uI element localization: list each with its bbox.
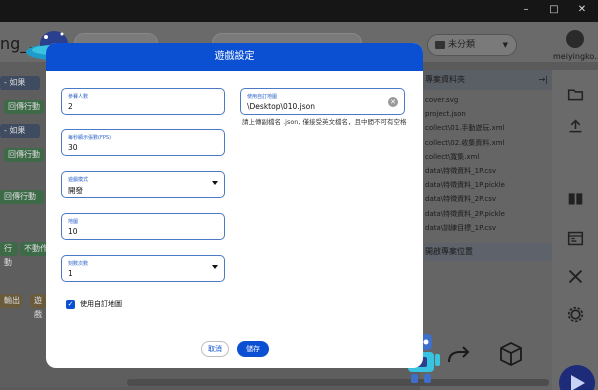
tools-icon[interactable] xyxy=(567,268,584,285)
export-box-icon[interactable] xyxy=(497,338,527,368)
fps-label: 每秒顯示張數(FPS) xyxy=(68,135,111,141)
file-item[interactable]: data\特徵資料_1P.pickle xyxy=(420,178,552,192)
code-block[interactable]: 行動 xyxy=(0,242,18,267)
user-name[interactable]: meiyingko... xyxy=(553,52,598,61)
gear-icon[interactable] xyxy=(567,306,584,323)
code-block[interactable]: 回傳行動 xyxy=(4,100,44,114)
game-settings-dialog: 遊戲設定 參賽人數 2 每秒顯示張數(FPS) 30 遊戲模式 開發 地圖 10… xyxy=(46,43,423,368)
horizontal-scrollbar[interactable] xyxy=(127,379,549,386)
minimize-button[interactable]: – xyxy=(518,2,534,18)
file-item[interactable]: project.json xyxy=(420,107,552,121)
custom-map-file-field[interactable]: 使用自訂地圖 \Desktop\010.json ✕ xyxy=(240,88,405,115)
open-project-location-button[interactable]: 開啟專案位置 xyxy=(420,242,552,261)
fps-field[interactable]: 每秒顯示張數(FPS) 30 xyxy=(61,129,225,156)
project-panel-title: 專案資料夾 xyxy=(425,75,465,84)
custom-map-help-text: 請上傳副檔名 .json, 僅接受英文檔名，且中間不可有空格 xyxy=(242,118,407,126)
project-panel-header: 專案資料夾 →| xyxy=(420,70,552,90)
custom-map-value: \Desktop\010.json xyxy=(247,102,316,111)
window-icon[interactable] xyxy=(567,230,584,247)
play-icon xyxy=(571,375,585,390)
code-block[interactable]: 輸出 xyxy=(0,294,22,308)
file-item[interactable]: collect\02.收集資料.xml xyxy=(420,136,552,150)
folder-icon[interactable] xyxy=(567,86,584,103)
map-label: 地圖 xyxy=(68,219,79,225)
folder-icon xyxy=(435,41,445,49)
dropdown-arrow-icon xyxy=(212,181,218,185)
maximize-button[interactable]: □ xyxy=(546,2,562,18)
players-value: 2 xyxy=(68,102,73,111)
collapse-panel-icon[interactable]: →| xyxy=(539,70,548,90)
redo-icon[interactable] xyxy=(446,344,472,366)
map-value: 10 xyxy=(68,227,78,236)
window-titlebar: – □ ✕ xyxy=(0,0,598,22)
file-item[interactable]: collect\寬集.xml xyxy=(420,150,552,164)
frames-value: 1 xyxy=(68,269,73,278)
code-block[interactable]: - 如果 xyxy=(0,76,40,90)
players-label: 參賽人數 xyxy=(68,94,89,100)
folder-select-value: 未分類 xyxy=(448,40,476,50)
code-block[interactable]: - 如果 xyxy=(0,124,40,138)
file-item[interactable]: data\特徵資料_1P.csv xyxy=(420,164,552,178)
file-item[interactable]: data\特徵資料_2P.pickle xyxy=(420,207,552,221)
file-item[interactable]: cover.svg xyxy=(420,93,552,107)
code-block[interactable]: 回傳行動 xyxy=(0,190,44,204)
file-item[interactable]: data\特徵資料_2P.csv xyxy=(420,192,552,206)
close-window-button[interactable]: ✕ xyxy=(574,2,590,18)
dialog-title: 遊戲設定 xyxy=(46,43,423,71)
clear-icon[interactable]: ✕ xyxy=(388,97,398,107)
map-field[interactable]: 地圖 10 xyxy=(61,213,225,240)
use-custom-map-label[interactable]: 使用自訂地圖 xyxy=(80,300,122,309)
dropdown-arrow-icon xyxy=(212,265,218,269)
upload-icon[interactable] xyxy=(567,118,584,135)
cancel-button[interactable]: 取消 xyxy=(201,341,229,357)
game-mode-value: 開發 xyxy=(68,186,83,195)
save-button[interactable]: 儲存 xyxy=(237,341,269,357)
frames-select[interactable]: 刻數次數 1 xyxy=(61,255,225,282)
file-list: cover.svg project.json collect\01.手動遊玩.x… xyxy=(420,90,552,235)
frames-label: 刻數次數 xyxy=(68,261,89,267)
avatar[interactable] xyxy=(566,30,584,48)
fps-value: 30 xyxy=(68,143,78,152)
game-mode-select[interactable]: 遊戲模式 開發 xyxy=(61,171,225,198)
use-custom-map-checkbox[interactable]: ✓ xyxy=(66,300,75,309)
game-mode-label: 遊戲模式 xyxy=(68,177,89,183)
folder-select[interactable]: 未分類 ▼ xyxy=(427,34,517,56)
book-icon[interactable] xyxy=(567,190,584,207)
file-item[interactable]: data\訓練目標_1P.csv xyxy=(420,221,552,235)
side-toolbar xyxy=(552,70,598,390)
chevron-down-icon: ▼ xyxy=(502,41,508,49)
file-item[interactable]: collect\01.手動遊玩.xml xyxy=(420,121,552,135)
players-field[interactable]: 參賽人數 2 xyxy=(61,88,225,115)
custom-map-label: 使用自訂地圖 xyxy=(247,94,278,100)
code-block[interactable]: 回傳行動 xyxy=(4,148,44,162)
